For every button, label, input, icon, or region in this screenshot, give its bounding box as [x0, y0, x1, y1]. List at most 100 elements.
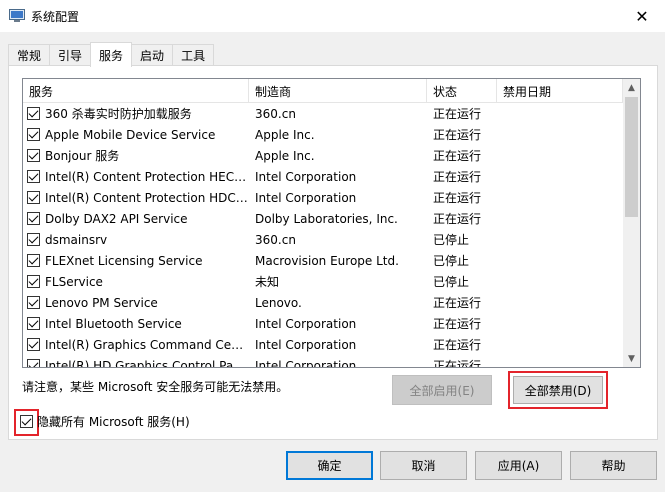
vendor-cell: 360.cn — [255, 232, 296, 247]
vertical-scrollbar[interactable]: ▲ ▼ — [623, 79, 640, 367]
service-name: Intel Bluetooth Service — [45, 316, 182, 331]
vendor-cell: Intel Corporation — [255, 190, 357, 205]
table-row[interactable]: Bonjour 服务 Apple Inc. 正在运行 — [23, 145, 623, 166]
status-cell: 正在运行 — [433, 128, 482, 142]
service-cell: Intel(R) Graphics Command Cent... — [23, 338, 249, 352]
service-checkbox[interactable] — [27, 275, 40, 288]
system-config-icon — [9, 9, 25, 22]
column-header-vendor[interactable]: 制造商 — [249, 79, 427, 103]
table-row[interactable]: dsmainsrv 360.cn 已停止 — [23, 229, 623, 250]
service-checkbox[interactable] — [27, 149, 40, 162]
scroll-up-icon[interactable]: ▲ — [623, 79, 640, 96]
service-name: Bonjour 服务 — [45, 149, 120, 163]
window-title: 系统配置 — [31, 10, 80, 24]
service-name: Apple Mobile Device Service — [45, 127, 216, 142]
service-checkbox[interactable] — [27, 338, 40, 351]
service-checkbox[interactable] — [27, 170, 40, 183]
service-cell: Intel(R) Content Protection HDCP... — [23, 191, 249, 205]
service-name: 360 杀毒实时防护加载服务 — [45, 107, 192, 121]
security-notice: 请注意，某些 Microsoft 安全服务可能无法禁用。 — [22, 380, 289, 394]
vendor-cell: Apple Inc. — [255, 127, 315, 142]
tab-tools[interactable]: 工具 — [172, 44, 215, 66]
table-row[interactable]: Intel(R) Graphics Command Cent... Intel C… — [23, 334, 623, 355]
status-cell: 正在运行 — [433, 191, 482, 205]
tab-boot[interactable]: 引导 — [49, 44, 92, 66]
status-cell: 正在运行 — [433, 296, 482, 310]
ok-button[interactable]: 确定 — [286, 451, 373, 480]
service-cell: Apple Mobile Device Service — [23, 128, 249, 142]
scroll-down-icon[interactable]: ▼ — [623, 350, 640, 367]
title-bar: 系统配置 ✕ — [0, 0, 665, 32]
vendor-cell: Apple Inc. — [255, 148, 315, 163]
list-header: 服务 制造商 状态 禁用日期 — [23, 79, 623, 103]
table-row[interactable]: FLEXnet Licensing Service Macrovision Eur… — [23, 250, 623, 271]
service-cell: Intel(R) HD Graphics Control Pan... — [23, 358, 249, 368]
vendor-cell: Intel Corporation — [255, 337, 357, 352]
cancel-button[interactable]: 取消 — [380, 451, 467, 480]
table-row[interactable]: Lenovo PM Service Lenovo. 正在运行 — [23, 292, 623, 313]
table-row[interactable]: Intel(R) Content Protection HECI ... Inte… — [23, 166, 623, 187]
service-checkbox[interactable] — [27, 212, 40, 225]
table-row[interactable]: Intel(R) Content Protection HDCP... Intel… — [23, 187, 623, 208]
column-header-service[interactable]: 服务 — [23, 79, 249, 103]
service-cell: FLService — [23, 275, 249, 289]
vendor-cell: Lenovo. — [255, 295, 302, 310]
service-name: Intel(R) Content Protection HECI ... — [45, 169, 249, 184]
service-checkbox[interactable] — [27, 191, 40, 204]
table-row[interactable]: 360 杀毒实时防护加载服务 360.cn 正在运行 — [23, 103, 623, 124]
service-cell: FLEXnet Licensing Service — [23, 254, 249, 268]
service-name: FLEXnet Licensing Service — [45, 253, 203, 268]
disable-all-button[interactable]: 全部禁用(D) — [513, 376, 603, 404]
close-button[interactable]: ✕ — [619, 0, 665, 32]
service-cell: Dolby DAX2 API Service — [23, 212, 249, 226]
service-cell: Lenovo PM Service — [23, 296, 249, 310]
scrollbar-thumb[interactable] — [625, 97, 638, 217]
status-cell: 已停止 — [433, 233, 470, 247]
services-list[interactable]: 服务 制造商 状态 禁用日期 360 杀毒实时防护加载服务 360.cn 正在运行 A… — [22, 78, 641, 368]
tab-services[interactable]: 服务 — [90, 42, 133, 67]
vendor-cell: Dolby Laboratories, Inc. — [255, 211, 398, 226]
hide-ms-checkbox[interactable] — [20, 415, 33, 428]
help-button[interactable]: 帮助 — [570, 451, 657, 480]
table-row[interactable]: Dolby DAX2 API Service Dolby Laboratories… — [23, 208, 623, 229]
service-name: Lenovo PM Service — [45, 295, 158, 310]
table-row[interactable]: Intel Bluetooth Service Intel Corporation… — [23, 313, 623, 334]
tab-startup[interactable]: 启动 — [131, 44, 174, 66]
service-name: FLService — [45, 274, 103, 289]
status-cell: 正在运行 — [433, 107, 482, 121]
service-checkbox[interactable] — [27, 317, 40, 330]
vendor-cell: Intel Corporation — [255, 358, 357, 368]
column-header-disabled-date[interactable]: 禁用日期 — [497, 79, 623, 103]
service-name: Intel(R) Content Protection HDCP... — [45, 190, 249, 205]
table-row[interactable]: Intel(R) HD Graphics Control Pan... Intel… — [23, 355, 623, 368]
table-row[interactable]: FLService 未知 已停止 — [23, 271, 623, 292]
status-cell: 正在运行 — [433, 317, 482, 331]
column-header-status[interactable]: 状态 — [427, 79, 497, 103]
service-name: dsmainsrv — [45, 232, 108, 247]
status-cell: 正在运行 — [433, 149, 482, 163]
apply-button[interactable]: 应用(A) — [475, 451, 562, 480]
tab-general[interactable]: 常规 — [8, 44, 51, 66]
vendor-cell: 未知 — [255, 275, 280, 289]
hide-ms-option[interactable]: 隐藏所有 Microsoft 服务(H) — [20, 413, 190, 430]
service-checkbox[interactable] — [27, 359, 40, 367]
enable-all-button[interactable]: 全部启用(E) — [392, 375, 492, 405]
service-checkbox[interactable] — [27, 296, 40, 309]
status-cell: 正在运行 — [433, 212, 482, 226]
vendor-cell: Intel Corporation — [255, 316, 357, 331]
status-cell: 正在运行 — [433, 170, 482, 184]
status-cell: 已停止 — [433, 254, 470, 268]
tab-bar: 常规 引导 服务 启动 工具 — [8, 42, 215, 67]
service-checkbox[interactable] — [27, 107, 40, 120]
status-cell: 正在运行 — [433, 359, 482, 368]
list-body: 360 杀毒实时防护加载服务 360.cn 正在运行 Apple Mobile Dev… — [23, 103, 623, 368]
service-checkbox[interactable] — [27, 233, 40, 246]
status-cell: 正在运行 — [433, 338, 482, 352]
service-checkbox[interactable] — [27, 254, 40, 267]
service-name: Dolby DAX2 API Service — [45, 211, 188, 226]
service-name: Intel(R) HD Graphics Control Pan... — [45, 358, 249, 368]
service-cell: Intel Bluetooth Service — [23, 317, 249, 331]
service-checkbox[interactable] — [27, 128, 40, 141]
table-row[interactable]: Apple Mobile Device Service Apple Inc. 正在运… — [23, 124, 623, 145]
service-cell: dsmainsrv — [23, 233, 249, 247]
